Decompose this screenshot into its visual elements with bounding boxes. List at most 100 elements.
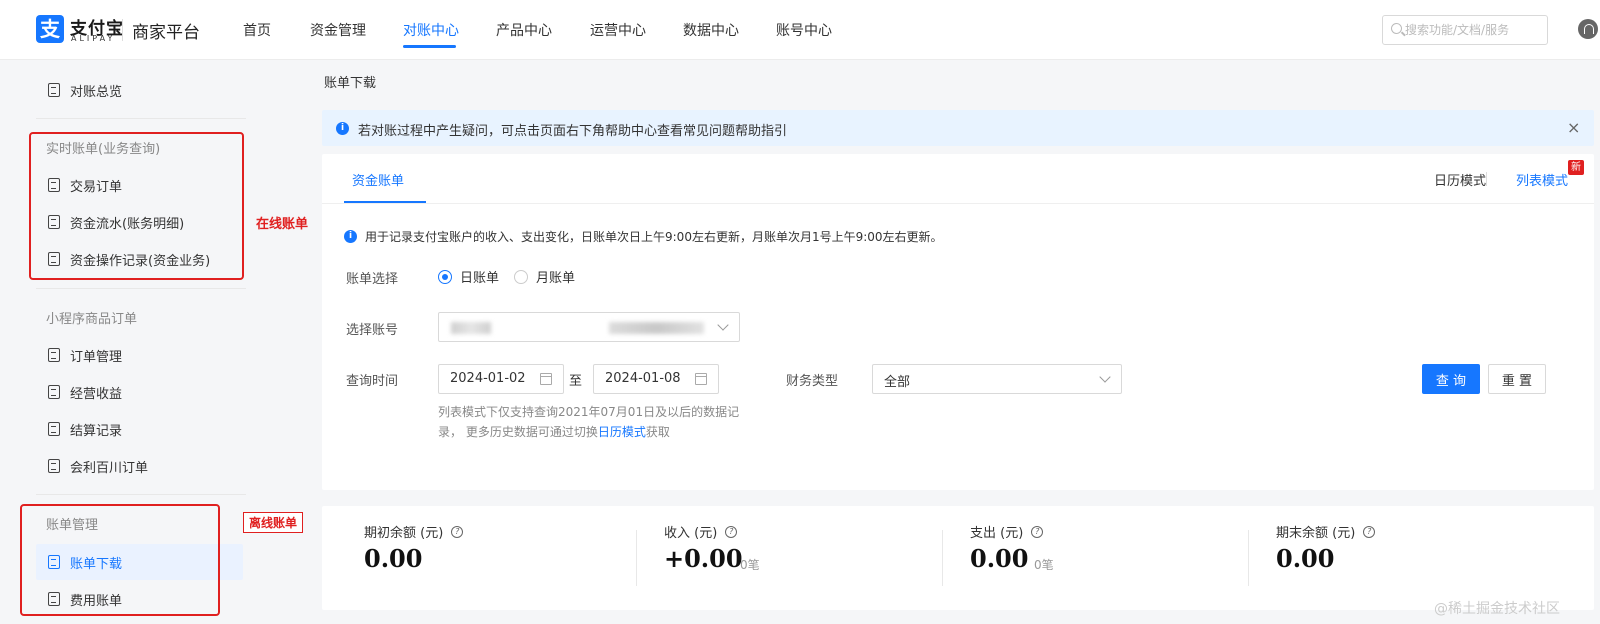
stat-label: 期初余额 (元)?	[364, 522, 464, 541]
sidebar-item-order-management[interactable]: 订单管理	[48, 345, 122, 365]
annotation-label-online: 在线账单	[256, 217, 309, 232]
calendar-icon	[540, 373, 552, 385]
radio-circle[interactable]	[514, 269, 528, 284]
annotation-box-offline	[20, 504, 220, 616]
document-icon	[48, 83, 60, 97]
clipboard-icon	[48, 422, 60, 436]
hint-text: 列表模式下仅支持查询2021年07月01日及以后的数据记录， 更多历史数据可通过…	[438, 405, 740, 439]
date-from-input[interactable]: 2024-01-02	[438, 364, 564, 394]
tab-divider	[322, 203, 1594, 204]
nav-active-indicator	[403, 45, 456, 48]
stat-value: +0.00	[664, 544, 743, 573]
stat-expense: 支出 (元)? 0.00 0笔	[928, 506, 1234, 610]
calendar-icon	[695, 373, 707, 385]
page-title: 账单下载	[324, 76, 377, 91]
sidebar-divider	[36, 118, 246, 119]
query-button[interactable]: 查 询	[1422, 364, 1480, 394]
account-label: 选择账号	[346, 323, 399, 338]
date-range-separator: 至	[569, 374, 583, 389]
sidebar-item-label: 结算记录	[70, 423, 123, 439]
list-mode-toggle[interactable]: 列表模式	[1516, 170, 1568, 189]
watermark: @稀土掘金技术社区	[1434, 601, 1560, 617]
hint-suffix: 获取	[645, 425, 670, 439]
question-icon[interactable]: ?	[1031, 525, 1044, 538]
redacted-account-id	[609, 322, 704, 334]
sidebar-item-label: 会利百川订单	[70, 460, 149, 476]
stat-label-text: 支出 (元)	[970, 526, 1024, 541]
tab-fund-bill[interactable]: 资金账单	[352, 170, 404, 189]
list-icon	[48, 459, 60, 473]
radio-label: 月账单	[536, 271, 576, 286]
info-alert: i 若对账过程中产生疑问，可点击页面右下角帮助中心查看常见问题帮助指引 ×	[322, 110, 1594, 146]
close-icon[interactable]: ×	[1567, 118, 1580, 137]
sidebar-item-settlement[interactable]: 结算记录	[48, 419, 122, 439]
stat-value: 0.00	[1276, 544, 1335, 573]
date-to-value: 2024-01-08	[605, 371, 681, 386]
alipay-logo-icon[interactable]: 支	[36, 15, 64, 43]
bill-query-card: 资金账单 日历模式 列表模式 新 i 用于记录支付宝账户的收入、支出变化，日账单…	[322, 154, 1594, 490]
nav-data-center[interactable]: 数据中心	[683, 20, 739, 40]
calendar-mode-toggle[interactable]: 日历模式	[1434, 170, 1486, 189]
sidebar-item-baichuan-orders[interactable]: 会利百川订单	[48, 456, 148, 476]
new-badge: 新	[1568, 160, 1584, 175]
reset-button[interactable]: 重 置	[1488, 364, 1546, 394]
stat-income: 收入 (元)? +0.00 0笔	[622, 506, 928, 610]
nav-fund-management[interactable]: 资金管理	[310, 20, 366, 40]
logo-divider	[122, 19, 123, 41]
platform-name: 商家平台	[132, 23, 200, 43]
info-icon: i	[336, 122, 349, 135]
calendar-mode-link[interactable]: 日历模式	[598, 425, 646, 439]
top-navbar: 支 支付宝 ALIPAY 商家平台 首页 资金管理 对账中心 产品中心 运营中心…	[0, 0, 1600, 60]
stat-label-text: 期末余额 (元)	[1276, 526, 1356, 541]
mode-divider	[1486, 172, 1487, 186]
sidebar-item-label: 订单管理	[70, 349, 123, 365]
date-to-input[interactable]: 2024-01-08	[593, 364, 719, 394]
query-time-label: 查询时间	[346, 374, 399, 389]
info-icon: i	[344, 230, 357, 243]
notification-bell-icon[interactable]	[1578, 19, 1598, 39]
date-from-value: 2024-01-02	[450, 371, 526, 386]
question-icon[interactable]: ?	[451, 525, 464, 538]
global-search[interactable]	[1382, 15, 1548, 45]
stat-opening-balance: 期初余额 (元)? 0.00	[322, 506, 628, 610]
sidebar-item-label: 对账总览	[70, 84, 123, 100]
brand-sub: ALIPAY	[71, 34, 116, 43]
sidebar-item-overview[interactable]: 对账总览	[48, 80, 122, 100]
stat-count: 0笔	[740, 558, 760, 572]
radio-daily-bill[interactable]: 日账单	[438, 267, 499, 286]
nav-account-center[interactable]: 账号中心	[776, 20, 832, 40]
chevron-down-icon	[1099, 371, 1111, 383]
account-select[interactable]	[438, 312, 740, 342]
search-icon	[1391, 23, 1402, 34]
stat-label-text: 期初余额 (元)	[364, 526, 444, 541]
description-text: 用于记录支付宝账户的收入、支出变化，日账单次日上午9:00左右更新，月账单次月1…	[365, 230, 943, 244]
sidebar-divider	[36, 494, 246, 495]
sidebar-item-revenue[interactable]: 经营收益	[48, 382, 122, 402]
stat-label: 收入 (元)?	[664, 522, 738, 541]
question-icon[interactable]: ?	[725, 525, 738, 538]
stat-label: 支出 (元)?	[970, 522, 1044, 541]
nav-product-center[interactable]: 产品中心	[496, 20, 552, 40]
question-icon[interactable]: ?	[1363, 525, 1376, 538]
balance-summary: 期初余额 (元)? 0.00 收入 (元)? +0.00 0笔 支出 (元)? …	[322, 506, 1594, 610]
sidebar-group-miniapp: 小程序商品订单	[46, 312, 138, 327]
finance-type-value: 全部	[884, 375, 911, 390]
search-input[interactable]	[1405, 20, 1543, 40]
finance-type-select[interactable]: 全部	[872, 364, 1122, 394]
radio-label: 日账单	[460, 271, 500, 286]
stat-value: 0.00	[364, 544, 423, 573]
bill-select-label: 账单选择	[346, 272, 399, 287]
annotation-box-online	[29, 132, 244, 280]
sidebar-item-label: 经营收益	[70, 386, 123, 402]
nav-home[interactable]: 首页	[243, 20, 271, 40]
finance-type-label: 财务类型	[786, 374, 839, 389]
nav-reconciliation-center[interactable]: 对账中心	[403, 20, 459, 40]
money-bag-icon	[48, 385, 60, 399]
nav-operation-center[interactable]: 运营中心	[590, 20, 646, 40]
order-icon	[48, 348, 60, 362]
stat-label-text: 收入 (元)	[664, 526, 718, 541]
radio-circle[interactable]	[438, 269, 452, 284]
radio-monthly-bill[interactable]: 月账单	[514, 267, 575, 286]
stat-value: 0.00	[970, 544, 1029, 573]
sidebar-divider	[36, 288, 246, 289]
